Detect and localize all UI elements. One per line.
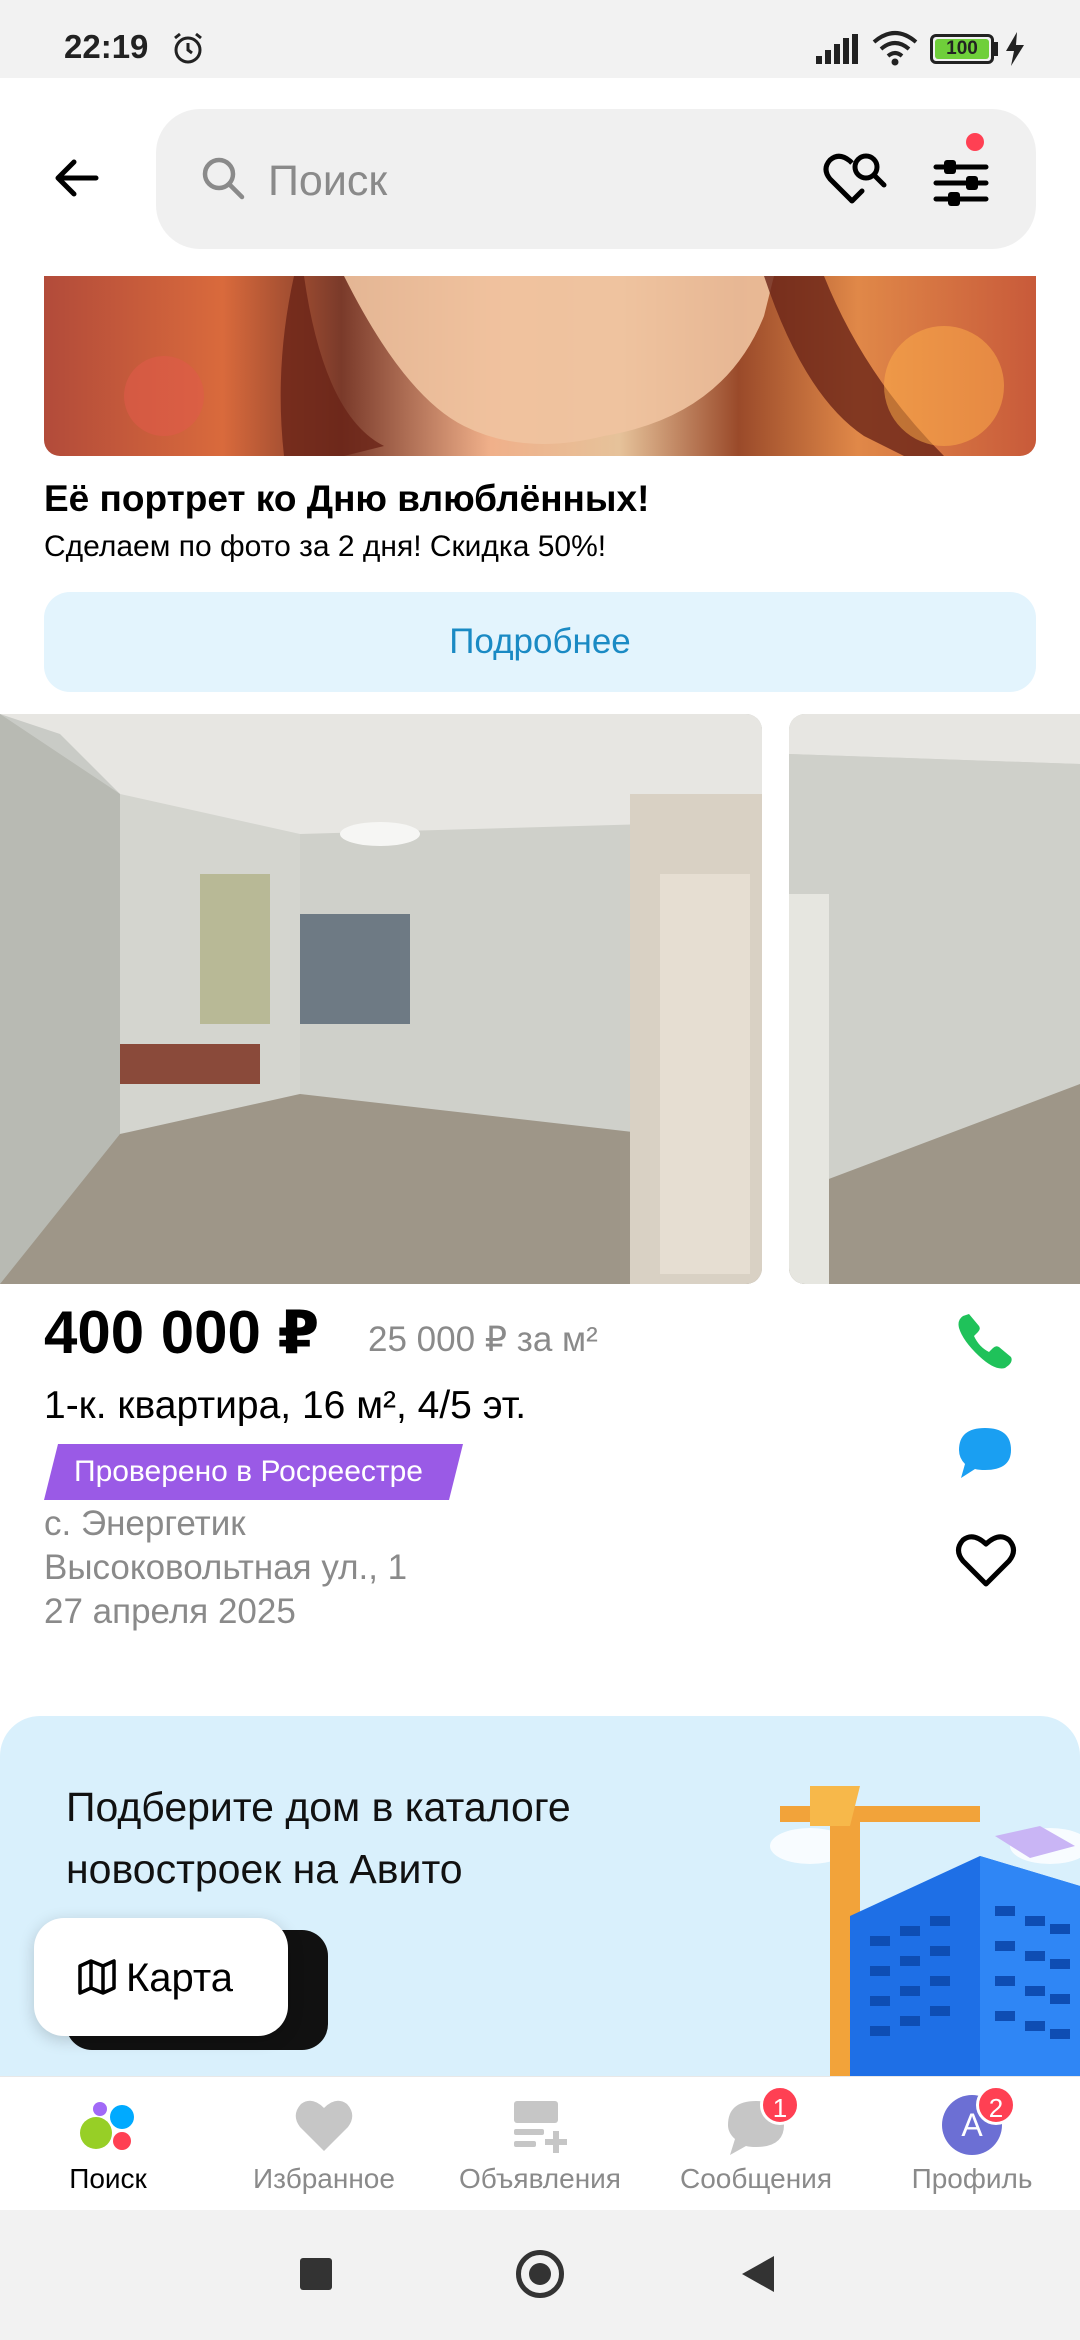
battery-tip xyxy=(994,42,998,56)
listing-address: Высоковольтная ул., 1 xyxy=(44,1548,408,1587)
search-input[interactable]: Поиск xyxy=(156,109,1036,249)
listing-price: 400 000 ₽ xyxy=(44,1299,320,1366)
nav-item-messages[interactable]: 1 Сообщения xyxy=(648,2077,864,2211)
heart-icon[interactable] xyxy=(955,1530,1017,1593)
back-icon[interactable] xyxy=(742,2256,774,2292)
ad-more-button[interactable]: Подробнее xyxy=(44,592,1036,692)
listing-locality: с. Энергетик xyxy=(44,1504,246,1543)
nav-label-search: Поиск xyxy=(69,2163,147,2194)
messages-badge: 1 xyxy=(760,2085,800,2125)
listing-photo-next[interactable] xyxy=(789,714,1080,1284)
signal-icon xyxy=(816,34,860,69)
heart-icon xyxy=(292,2093,356,2157)
building-crane-illustration xyxy=(770,1766,1080,2076)
avito-logo-icon xyxy=(76,2093,140,2157)
nav-label-favorites: Избранное xyxy=(253,2163,395,2194)
listing-price-per-m2: 25 000 ₽ за м² xyxy=(368,1320,598,1359)
listings-add-icon xyxy=(508,2093,572,2157)
saved-search-heart-icon[interactable] xyxy=(822,147,892,212)
search-placeholder: Поиск xyxy=(268,157,388,205)
ad-title: Её портрет ко Дню влюблённых! xyxy=(44,478,650,519)
search-header: Поиск xyxy=(0,78,1080,268)
alarm-icon xyxy=(170,30,206,71)
listing-title[interactable]: 1-к. квартира, 16 м², 4/5 эт. xyxy=(44,1384,526,1428)
profile-badge: 2 xyxy=(976,2085,1016,2125)
nav-item-favorites[interactable]: Избранное xyxy=(216,2077,432,2211)
nav-label-listings: Объявления xyxy=(459,2163,621,2194)
ad-banner-image[interactable] xyxy=(44,276,1036,456)
nav-item-search[interactable]: Поиск xyxy=(0,2077,216,2211)
ad-subtitle: Сделаем по фото за 2 дня! Скидка 50%! xyxy=(44,530,607,563)
status-time: 22:19 xyxy=(64,28,149,65)
charging-icon xyxy=(1004,32,1026,71)
chat-icon[interactable] xyxy=(955,1422,1015,1487)
home-icon[interactable] xyxy=(516,2250,564,2298)
listing-photo[interactable] xyxy=(0,714,762,1284)
battery-icon: 100 xyxy=(930,34,994,64)
verified-badge: Проверено в Росреестре xyxy=(44,1444,463,1500)
listing-date: 27 апреля 2025 xyxy=(44,1592,296,1631)
battery-level: 100 xyxy=(935,39,989,59)
back-arrow-icon[interactable] xyxy=(48,148,108,208)
map-icon xyxy=(78,1958,116,2001)
nav-label-profile: Профиль xyxy=(911,2163,1033,2194)
phone-icon[interactable] xyxy=(955,1310,1015,1375)
recent-apps-icon[interactable] xyxy=(300,2258,332,2290)
wifi-icon xyxy=(872,30,918,71)
status-bar: 22:19 100 xyxy=(0,0,1080,78)
bottom-navigation: Поиск Избранное Объявления 1 Сообщения A… xyxy=(0,2076,1080,2210)
map-label: Карта xyxy=(126,1956,234,2000)
nav-item-profile[interactable]: A 2 Профиль xyxy=(864,2077,1080,2211)
promo-text: Подберите дом в каталоге новостроек на А… xyxy=(66,1784,571,1892)
nav-label-messages: Сообщения xyxy=(680,2163,832,2194)
search-icon xyxy=(200,155,246,206)
system-navigation-bar xyxy=(0,2210,1080,2340)
filter-active-dot xyxy=(966,133,984,151)
nav-item-listings[interactable]: Объявления xyxy=(432,2077,648,2211)
home-icon-inner xyxy=(529,2263,551,2285)
filter-icon[interactable] xyxy=(926,147,996,217)
map-button[interactable]: Карта xyxy=(34,1918,288,2036)
